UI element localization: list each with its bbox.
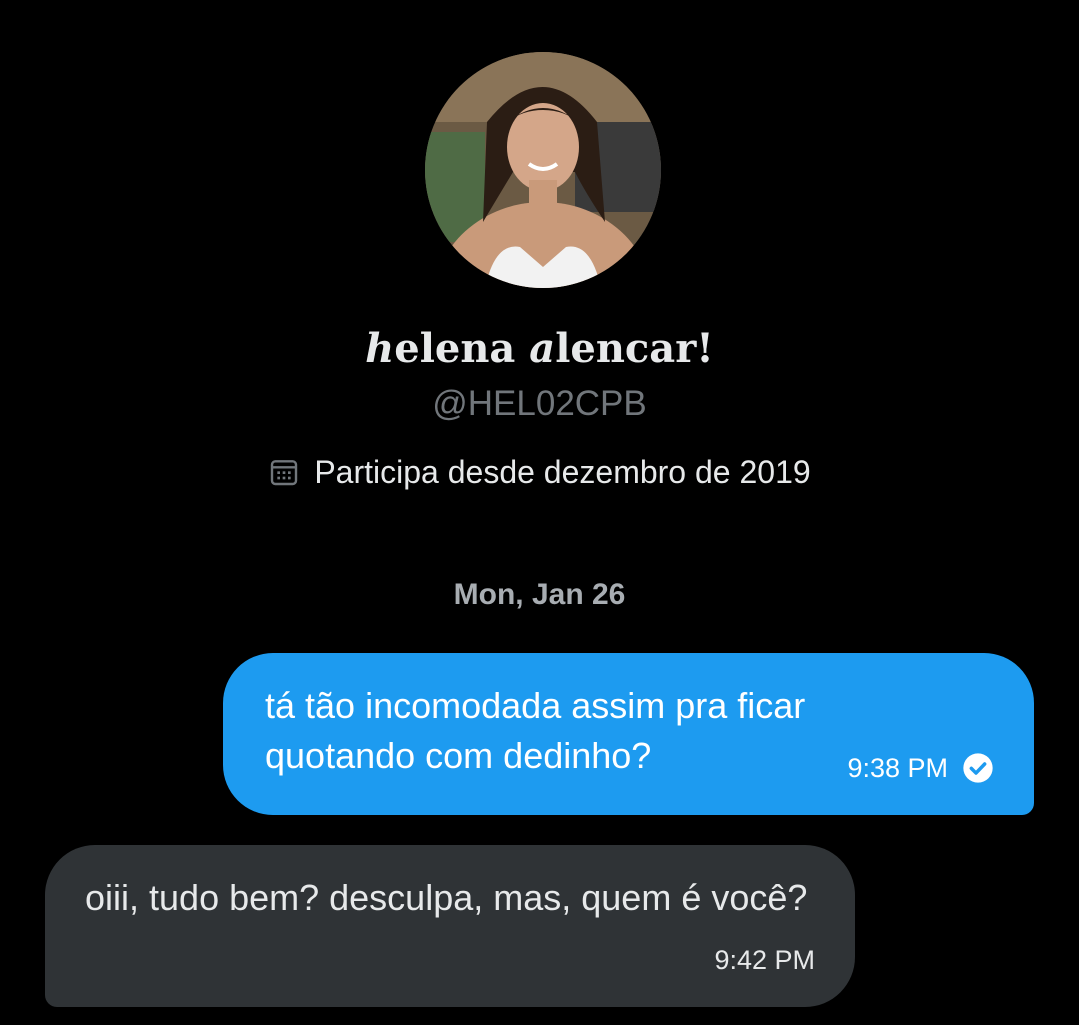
- message-time: 9:42 PM: [714, 945, 815, 975]
- profile-handle[interactable]: @HEL02CPB: [0, 382, 1079, 426]
- avatar-photo: [425, 52, 661, 288]
- message-time: 9:38 PM: [847, 753, 948, 783]
- message-bubble-sent[interactable]: tá tão incomodada assim pra ficar quotan…: [223, 653, 1034, 815]
- display-name-part: a: [529, 325, 556, 372]
- message-meta: 9:42 PM: [714, 943, 815, 977]
- profile-avatar[interactable]: [425, 52, 661, 288]
- joined-text: Participa desde dezembro de 2019: [314, 454, 811, 490]
- display-name-part: elena: [394, 325, 530, 372]
- display-name: helena alencar!: [0, 323, 1079, 375]
- read-check-icon: [963, 753, 993, 783]
- date-separator: Mon, Jan 26: [453, 578, 626, 611]
- joined-date: Participa desde dezembro de 2019: [0, 450, 1079, 494]
- display-name-part: h: [365, 325, 395, 372]
- calendar-icon: [271, 460, 298, 486]
- display-name-part: lencar!: [555, 325, 714, 372]
- message-text: tá tão incomodada assim pra ficar quotan…: [265, 685, 806, 776]
- message-meta: 9:38 PM: [847, 751, 994, 785]
- message-bubble-received[interactable]: oiii, tudo bem? desculpa, mas, quem é vo…: [45, 845, 855, 1007]
- message-text: oiii, tudo bem? desculpa, mas, quem é vo…: [85, 877, 808, 918]
